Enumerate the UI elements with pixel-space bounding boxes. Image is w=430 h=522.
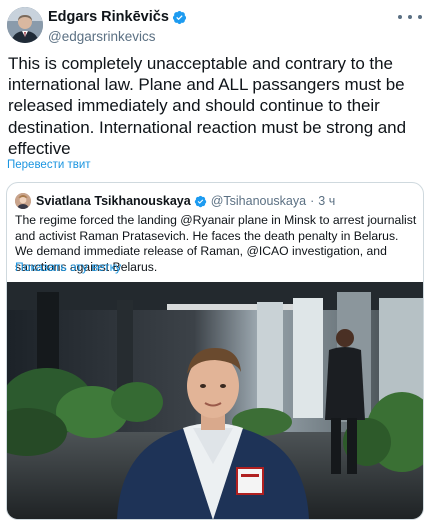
translate-tweet-link[interactable]: Перевести твит — [7, 159, 91, 171]
dot-icon — [398, 15, 402, 19]
show-thread-link[interactable]: Показать эту ветку — [15, 260, 121, 274]
quoted-tweet-photo[interactable] — [7, 282, 423, 519]
author-avatar[interactable] — [7, 7, 43, 43]
quoted-tweet[interactable]: Sviatlana Tsikhanouskaya @Tsihanouskaya … — [6, 182, 424, 520]
author-block: Edgars Rinkēvičs @edgarsrinkevics — [48, 8, 187, 44]
quoted-author-avatar[interactable] — [15, 193, 31, 209]
quoted-tweet-header: Sviatlana Tsikhanouskaya @Tsihanouskaya … — [15, 192, 335, 210]
verified-badge-icon — [172, 10, 186, 24]
dot-icon — [418, 15, 422, 19]
separator-dot: · — [310, 194, 315, 208]
quoted-timestamp[interactable]: 3 ч — [318, 194, 335, 208]
quoted-author-handle[interactable]: @Tsihanouskaya — [211, 194, 306, 208]
quoted-author-name[interactable]: Sviatlana Tsikhanouskaya — [36, 194, 191, 208]
verified-badge-icon — [194, 195, 206, 207]
more-options-icon[interactable] — [398, 10, 422, 24]
author-name[interactable]: Edgars Rinkēvičs — [48, 9, 169, 25]
dot-icon — [408, 15, 412, 19]
author-handle[interactable]: @edgarsrinkevics — [48, 29, 187, 44]
tweet-text: This is completely unacceptable and cont… — [8, 54, 406, 158]
tweet: Edgars Rinkēvičs @edgarsrinkevics This i… — [0, 0, 430, 522]
